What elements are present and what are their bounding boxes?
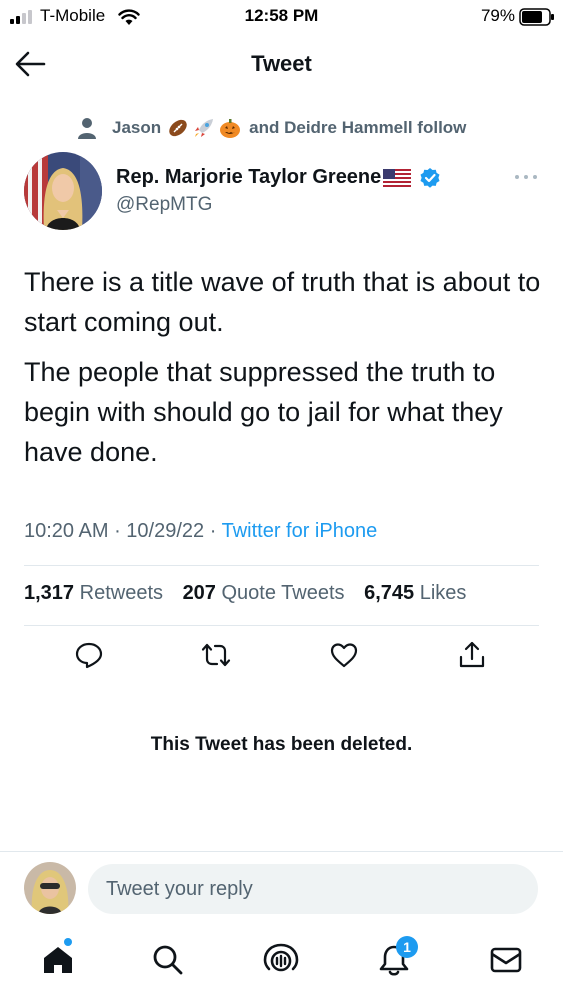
quote-tweets-stat[interactable]: 207 Quote Tweets bbox=[183, 582, 345, 604]
meta-separator: · bbox=[114, 520, 127, 542]
divider bbox=[24, 565, 539, 566]
quotes-count: 207 bbox=[182, 582, 216, 604]
tab-spaces[interactable] bbox=[263, 942, 299, 978]
author-avatar-image bbox=[24, 152, 102, 230]
deleted-tweet-notice: This Tweet has been deleted. bbox=[150, 734, 413, 755]
tweet-stats: 1,317 Retweets 207 Quote Tweets 6,745 Li… bbox=[24, 582, 466, 605]
spaces-icon bbox=[263, 943, 299, 972]
tweet-meta: 10:20 AM · 10/29/22 · Twitter for iPhone bbox=[24, 520, 377, 543]
jack-o-lantern-icon bbox=[220, 119, 241, 138]
verified-badge-icon bbox=[420, 167, 440, 188]
rocket-icon bbox=[195, 119, 214, 137]
user-avatar[interactable] bbox=[24, 862, 76, 914]
more-options-icon[interactable] bbox=[513, 172, 539, 182]
tab-home[interactable] bbox=[40, 938, 76, 978]
battery-percent: 79% bbox=[480, 6, 515, 25]
likes-label: Likes bbox=[419, 582, 467, 604]
retweets-stat[interactable]: 1,317 Retweets bbox=[24, 582, 163, 604]
reply-input[interactable]: Tweet your reply bbox=[88, 864, 538, 914]
meta-separator: · bbox=[209, 520, 222, 542]
divider bbox=[0, 851, 563, 852]
page-title: Tweet bbox=[251, 51, 312, 76]
tweet-body: There is a title wave of truth that is a… bbox=[24, 262, 544, 482]
envelope-icon bbox=[490, 947, 522, 973]
battery-icon bbox=[519, 8, 554, 26]
tweet-time[interactable]: 10:20 AM bbox=[24, 520, 109, 542]
author-name: Rep. Marjorie Taylor Greene bbox=[116, 166, 382, 188]
retweets-label: Retweets bbox=[79, 582, 163, 604]
likes-count: 6,745 bbox=[364, 582, 415, 604]
tab-notifications[interactable]: 1 bbox=[376, 936, 418, 978]
tweet-paragraph: There is a title wave of truth that is a… bbox=[24, 267, 541, 337]
social-context[interactable]: Jason and Deidre Hammell follow bbox=[78, 114, 466, 142]
us-flag-icon bbox=[383, 168, 412, 187]
home-unread-dot bbox=[64, 938, 72, 946]
quotes-label: Quote Tweets bbox=[221, 582, 345, 604]
follower-name: Jason bbox=[112, 118, 162, 137]
tweet-paragraph: The people that suppressed the truth to … bbox=[24, 357, 503, 467]
reply-icon[interactable] bbox=[74, 640, 104, 670]
clock: 12:58 PM bbox=[244, 6, 319, 25]
likes-stat[interactable]: 6,745 Likes bbox=[364, 582, 466, 604]
football-icon bbox=[169, 119, 187, 137]
tab-search[interactable] bbox=[150, 942, 186, 978]
retweets-count: 1,317 bbox=[24, 582, 75, 604]
notifications-badge: 1 bbox=[396, 936, 418, 958]
author-handle[interactable]: @RepMTG bbox=[116, 194, 212, 216]
share-icon[interactable] bbox=[457, 640, 487, 670]
nav-header: Tweet bbox=[0, 38, 563, 90]
tab-bar: 1 bbox=[0, 930, 563, 1000]
user-avatar-image bbox=[24, 862, 76, 914]
follow-context-text: and Deidre Hammell follow bbox=[249, 118, 467, 137]
divider bbox=[24, 625, 539, 626]
like-heart-icon[interactable] bbox=[329, 640, 359, 670]
tweet-date[interactable]: 10/29/22 bbox=[126, 520, 204, 542]
author-avatar[interactable] bbox=[24, 152, 102, 230]
tweet-source-link[interactable]: Twitter for iPhone bbox=[222, 520, 378, 542]
tab-messages[interactable] bbox=[488, 942, 524, 978]
home-icon bbox=[44, 947, 72, 973]
search-icon bbox=[153, 945, 183, 975]
tweet-actions bbox=[0, 640, 563, 676]
retweet-icon[interactable] bbox=[201, 640, 231, 670]
person-icon bbox=[78, 118, 96, 139]
author-name-row[interactable]: Rep. Marjorie Taylor Greene bbox=[116, 166, 441, 189]
status-bar: T-Mobile 12:58 PM 79% bbox=[0, 0, 563, 34]
